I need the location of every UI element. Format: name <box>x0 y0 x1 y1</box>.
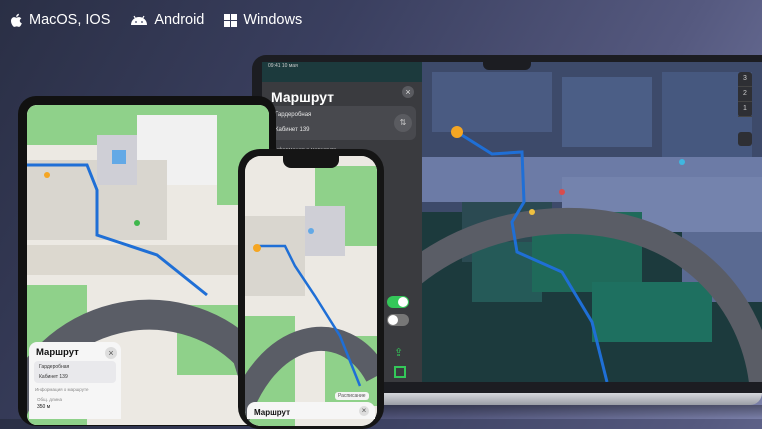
platform-label: MacOS, IOS <box>29 12 111 28</box>
android-icon <box>130 15 148 26</box>
floor-selector: 3 2 1 <box>738 72 752 117</box>
route-endpoints[interactable]: Гардеробная Кабинет 139 ⇅ <box>268 106 416 140</box>
close-icon[interactable]: × <box>359 406 369 416</box>
phone-route-panel: Маршрут × <box>247 402 375 419</box>
floor-button[interactable]: 3 <box>738 72 752 87</box>
qr-icon[interactable] <box>394 366 406 378</box>
platform-windows: Windows <box>224 12 302 28</box>
windows-icon <box>224 13 238 27</box>
floor-button[interactable]: 2 <box>738 87 752 102</box>
route-info-label: Информация о маршруте <box>35 387 89 392</box>
floor-button[interactable]: 1 <box>738 102 752 117</box>
distance-value: 350 м <box>37 404 51 410</box>
route-panel-title: Маршрут <box>254 408 291 417</box>
apple-icon <box>10 13 23 28</box>
layers-icon[interactable] <box>738 132 752 146</box>
route-panel-title: Маршрут <box>36 347 79 358</box>
distance-label: Общ. длина <box>37 397 63 402</box>
toggle-switch-off[interactable] <box>387 314 409 326</box>
tablet-route-panel: Маршрут × Гардеробная Кабинет 139 Информ… <box>29 342 121 419</box>
toggle-switch-on[interactable] <box>387 296 409 308</box>
swap-route-icon[interactable]: ⇅ <box>394 114 412 132</box>
platform-list: MacOS, IOS Android Windows <box>10 12 302 28</box>
phone-notch <box>283 156 339 168</box>
laptop-status-time: 09:41 10 мая <box>268 63 298 69</box>
laptop-camera-notch <box>483 62 531 70</box>
schedule-chip[interactable]: Расписание <box>335 392 369 400</box>
route-to[interactable]: Кабинет 139 <box>39 374 68 380</box>
platform-label: Windows <box>243 12 303 28</box>
route-panel-title: Маршрут <box>271 89 335 105</box>
platform-macos-ios: MacOS, IOS <box>10 12 110 28</box>
route-from[interactable]: Гардеробная <box>39 364 69 370</box>
phone-map[interactable] <box>245 156 377 426</box>
route-from[interactable]: Гардеробная <box>275 112 311 118</box>
route-to[interactable]: Кабинет 139 <box>275 127 310 133</box>
share-icon[interactable]: ⇪ <box>394 346 403 359</box>
route-endpoints[interactable]: Гардеробная Кабинет 139 <box>34 361 116 383</box>
close-icon[interactable]: × <box>402 86 414 98</box>
platform-android: Android <box>130 12 204 28</box>
platform-label: Android <box>154 12 205 28</box>
close-icon[interactable]: × <box>105 347 117 359</box>
